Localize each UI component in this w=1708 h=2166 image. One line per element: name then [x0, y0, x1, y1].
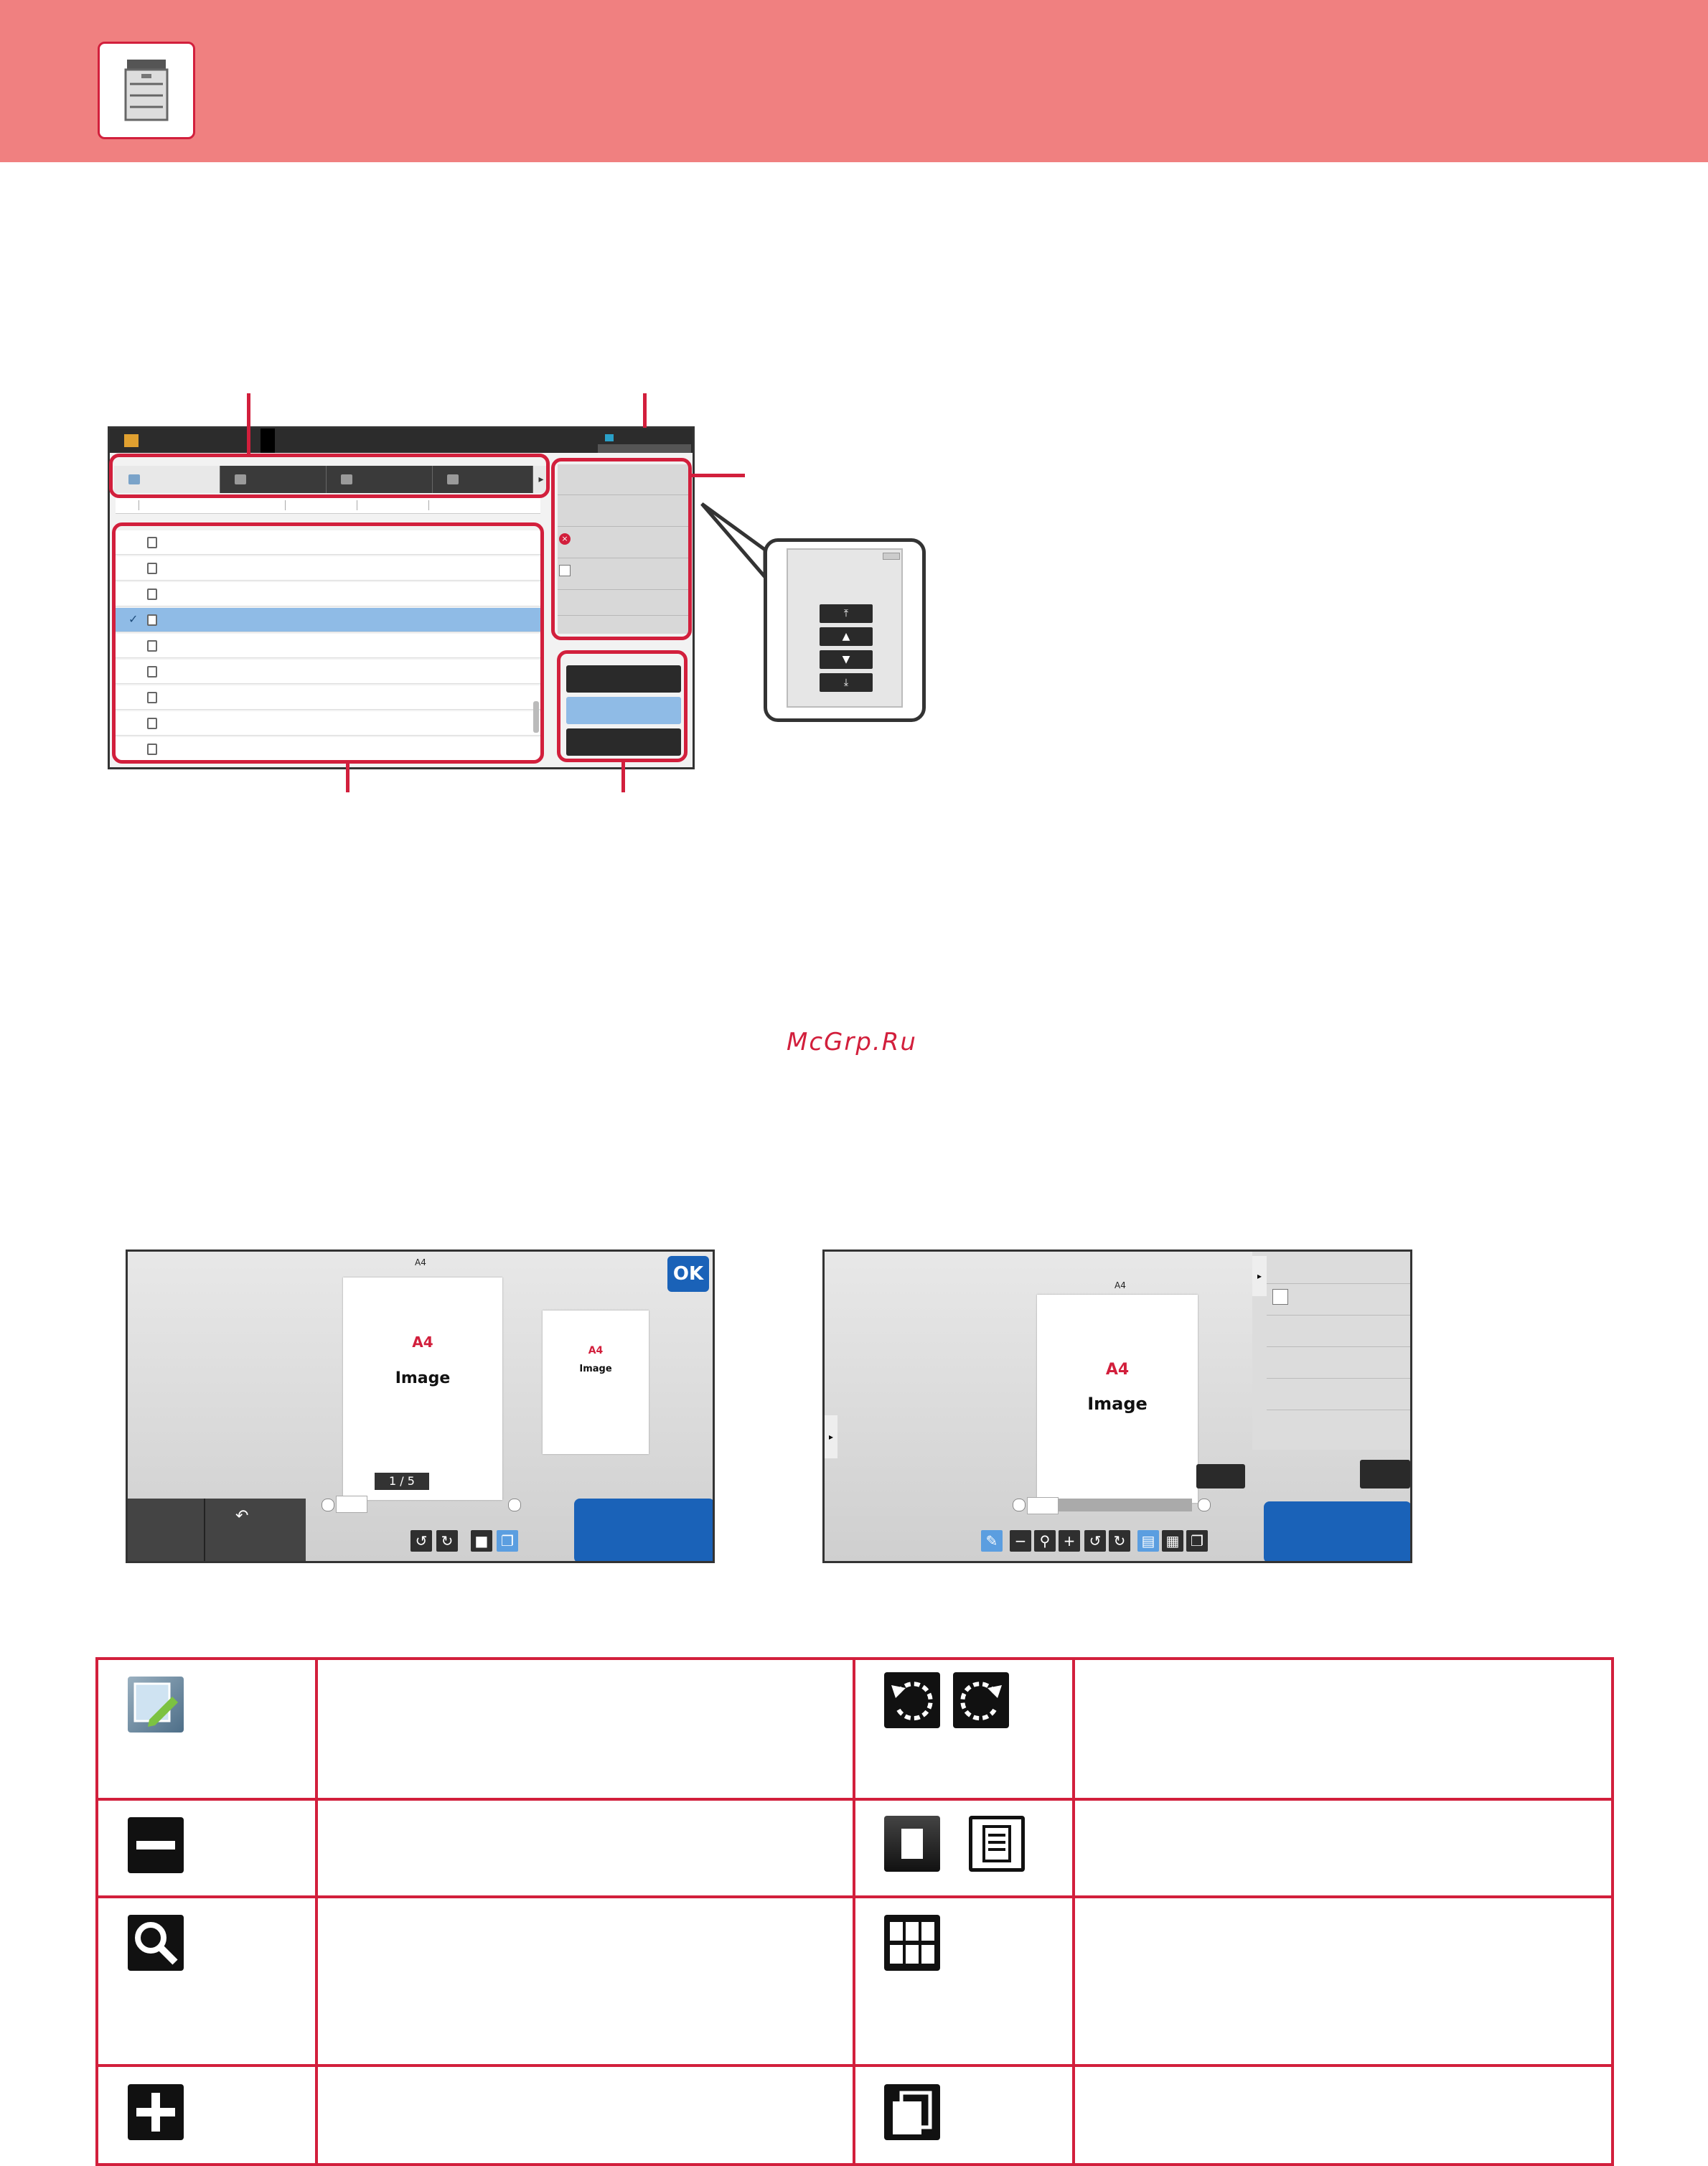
- tab-row-highlight: [109, 454, 550, 498]
- page-view-icon: [969, 1816, 1025, 1872]
- zoom-in-icon[interactable]: +: [1059, 1530, 1080, 1552]
- zoom-in-icon: [128, 2084, 184, 2140]
- single-page-icon: [884, 1816, 940, 1872]
- thumb-image-text: Image: [579, 1364, 612, 1374]
- page-counter: 1 / 5: [375, 1473, 429, 1490]
- zoom-out-icon[interactable]: −: [1010, 1530, 1031, 1552]
- two-page-icon[interactable]: ❐: [497, 1530, 518, 1552]
- page-size-text: A4: [1105, 1361, 1130, 1379]
- scroll-down-button[interactable]: ▼: [820, 650, 873, 669]
- paper-size-label: A4: [1115, 1280, 1126, 1290]
- panel-checkbox[interactable]: [1272, 1289, 1288, 1305]
- bottom-left-bar: [128, 1499, 306, 1561]
- page-view-icon[interactable]: ▤: [1137, 1530, 1159, 1552]
- scroll-thumb[interactable]: [1027, 1497, 1059, 1514]
- leader-line: [690, 474, 745, 477]
- scroll-thumb[interactable]: [336, 1496, 367, 1513]
- scroll-up-button[interactable]: ▲: [820, 627, 873, 646]
- display-toggle-button[interactable]: [598, 444, 691, 453]
- dark-button[interactable]: [1360, 1460, 1410, 1488]
- settings-panel: ▸: [1252, 1252, 1410, 1450]
- scroll-buttons-panel: ⤒ ▲ ▼ ⤓: [787, 548, 903, 708]
- page-header: [0, 0, 1708, 162]
- buttons-highlight: [557, 650, 688, 762]
- leader-line: [346, 764, 349, 792]
- thumbnail-grid-icon: [884, 1915, 940, 1971]
- undo-icon[interactable]: ↶: [235, 1507, 248, 1525]
- page-image-text: Image: [395, 1369, 451, 1387]
- paper-size-label: A4: [415, 1257, 426, 1267]
- scroll-right-icon[interactable]: [508, 1499, 521, 1511]
- scroll-right-icon[interactable]: [1198, 1499, 1211, 1511]
- rotate-left-icon[interactable]: ↺: [1084, 1530, 1106, 1552]
- panel-expand-icon[interactable]: ▸: [825, 1415, 837, 1458]
- start-button[interactable]: [574, 1499, 713, 1561]
- rotate-right-icon[interactable]: ↻: [1109, 1530, 1130, 1552]
- leader-line: [247, 393, 250, 454]
- home-icon[interactable]: [124, 434, 139, 447]
- search-icon[interactable]: ⚲: [1034, 1530, 1056, 1552]
- file-list-highlight: [112, 522, 544, 764]
- zoom-out-icon: [128, 1817, 184, 1873]
- panel-collapse-icon[interactable]: ▸: [1252, 1256, 1267, 1296]
- dark-button[interactable]: [1196, 1464, 1245, 1488]
- two-page-icon[interactable]: ❐: [1186, 1530, 1208, 1552]
- thumb-size-text: A4: [588, 1345, 604, 1356]
- status-indicator-icon: [605, 434, 614, 441]
- preview-page[interactable]: A4 Image: [343, 1277, 502, 1500]
- page-image-text: Image: [1087, 1394, 1148, 1414]
- scroll-bottom-button[interactable]: ⤓: [820, 673, 873, 692]
- scroll-top-button[interactable]: ⤒: [820, 604, 873, 623]
- status-bar: [110, 428, 693, 453]
- edit-image-icon: [128, 1677, 184, 1733]
- next-page-thumbnail[interactable]: A4 Image: [543, 1311, 649, 1454]
- rotate-right-icon: [953, 1672, 1009, 1728]
- column-header-row: [116, 497, 540, 514]
- printer-icon: [98, 42, 195, 139]
- search-icon: [128, 1915, 184, 1971]
- action-panel-highlight: [551, 458, 692, 640]
- scroll-left-icon[interactable]: [322, 1499, 334, 1511]
- edit-image-icon[interactable]: ✎: [981, 1530, 1003, 1552]
- leader-line: [643, 393, 647, 428]
- scroll-left-icon[interactable]: [1013, 1499, 1026, 1511]
- preview-screen-right: A4 A4 Image ▸ ▸ ✎ − ⚲ + ↺ ↻ ▤ ▦ ❐: [822, 1250, 1412, 1563]
- preview-screen-left: A4 A4 Image 1 / 5 A4 Image OK ↶ ↺ ↻ ■ ❐: [126, 1250, 715, 1563]
- leader-line: [621, 762, 625, 792]
- preview-page[interactable]: A4 Image: [1037, 1295, 1198, 1503]
- watermark: McGrp.Ru: [787, 1028, 917, 1056]
- rotate-left-icon: [884, 1672, 940, 1728]
- start-button[interactable]: [1264, 1501, 1410, 1561]
- two-page-icon: [884, 2084, 940, 2140]
- page-size-text: A4: [412, 1333, 433, 1351]
- rotate-right-icon[interactable]: ↻: [436, 1530, 458, 1552]
- single-page-icon[interactable]: ■: [471, 1530, 492, 1552]
- rotate-left-icon[interactable]: ↺: [410, 1530, 432, 1552]
- ok-button[interactable]: OK: [667, 1256, 709, 1292]
- thumbnail-grid-icon[interactable]: ▦: [1162, 1530, 1183, 1552]
